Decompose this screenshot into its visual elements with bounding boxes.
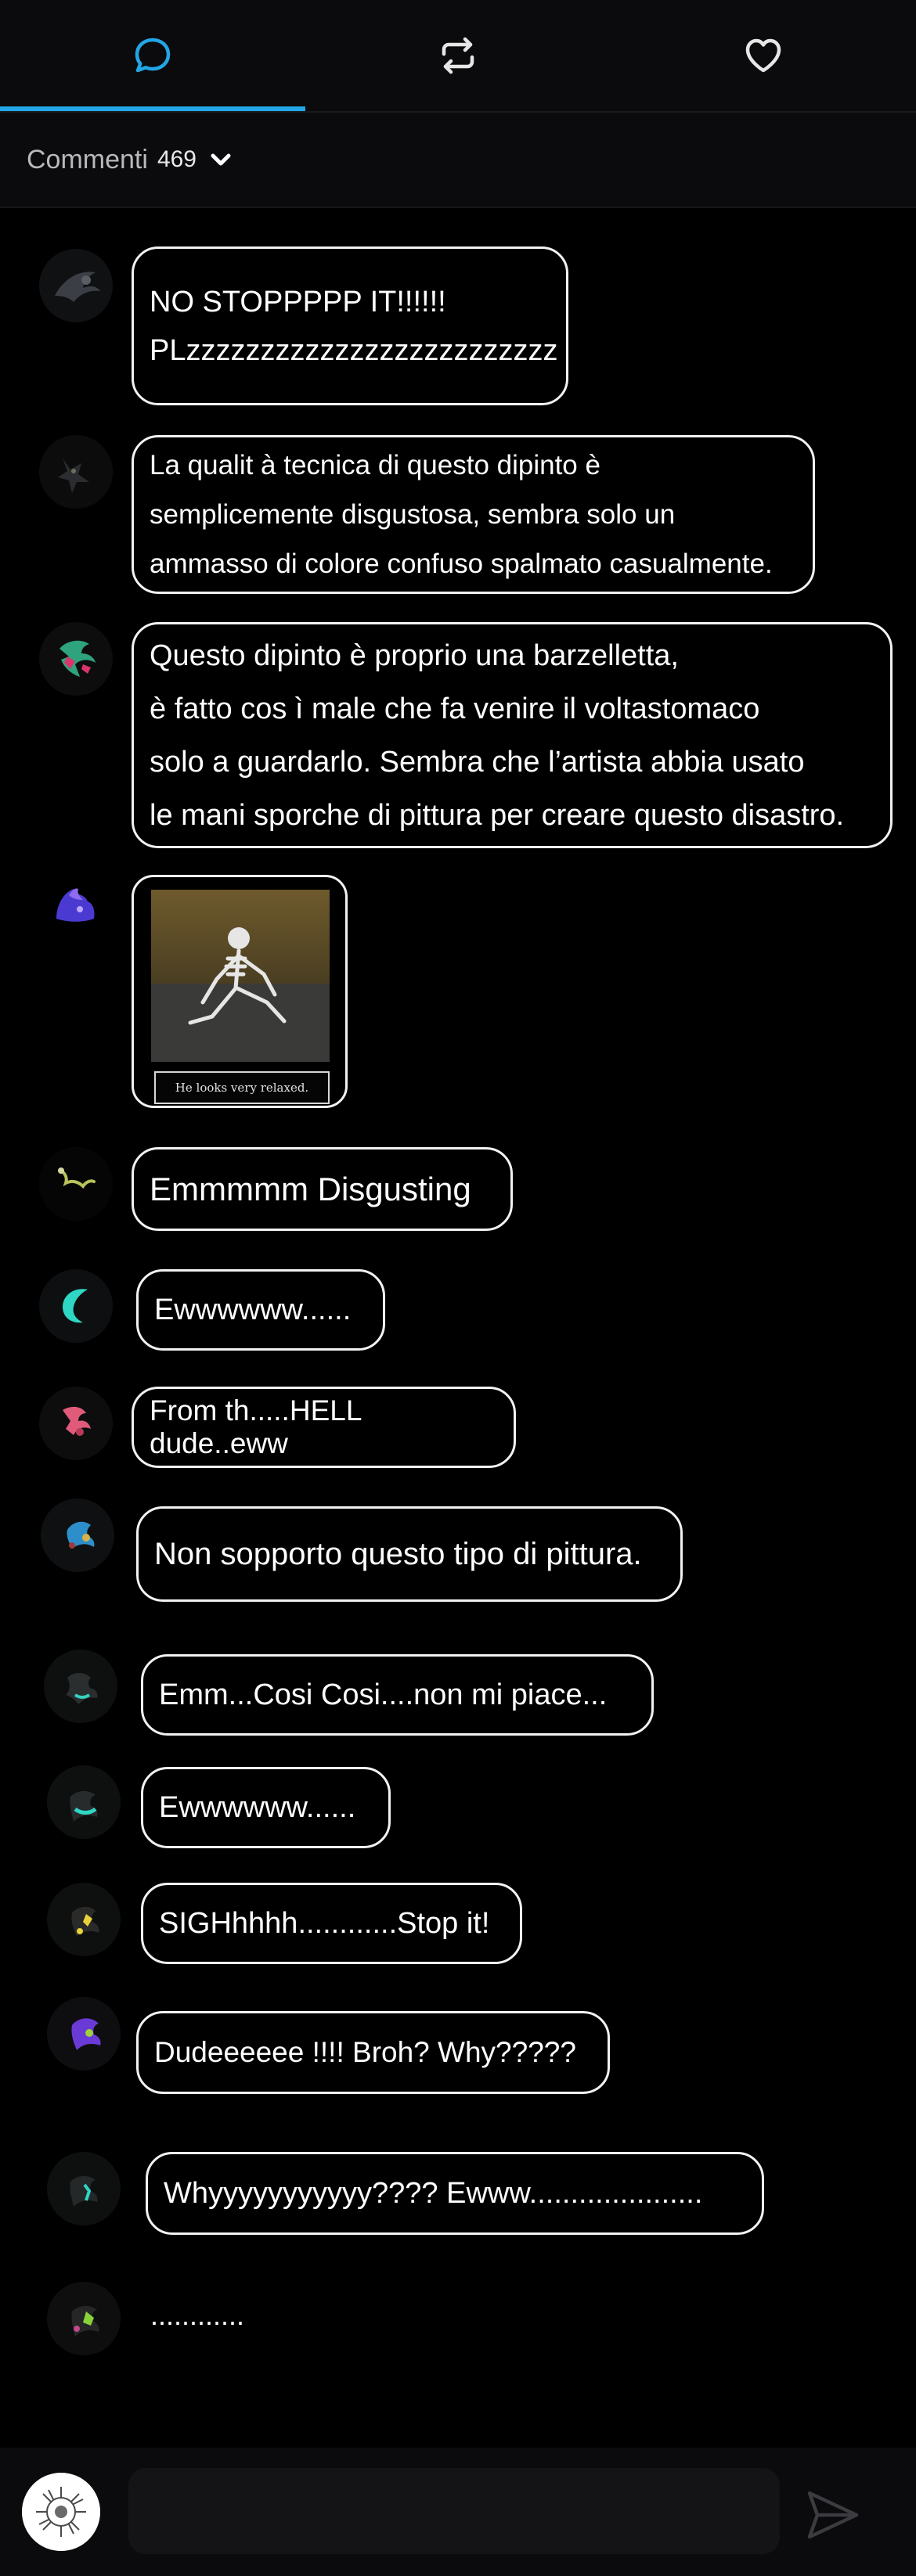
avatar-image — [39, 249, 113, 322]
avatar[interactable] — [47, 1883, 121, 1956]
comment-text: La qualit à tecnica di questo dipinto è — [150, 450, 600, 480]
avatar-image — [47, 1997, 121, 2071]
comment-text: PLzzzzzzzzzzzzzzzzzzzzzzzzz — [150, 333, 558, 367]
comment-input-bar — [0, 2448, 916, 2576]
comment-bubble: Non sopporto questo tipo di pittura. — [136, 1506, 683, 1602]
comment-text: NO STOPPPPP IT!!!!!! — [150, 285, 446, 318]
avatar-image — [47, 2152, 121, 2225]
avatar[interactable] — [39, 1147, 113, 1221]
avatar[interactable] — [47, 2282, 121, 2355]
comment-text: Questo dipinto è proprio una barzelletta… — [150, 639, 679, 672]
heart-icon — [745, 38, 781, 73]
comment-bubble: Emm...Cosi Cosi....non mi piace... — [141, 1654, 654, 1736]
avatar[interactable] — [47, 2152, 121, 2225]
comment-text: Emm...Cosi Cosi....non mi piace... — [159, 1678, 608, 1711]
comment-bubble: NO STOPPPPP IT!!!!!! PLzzzzzzzzzzzzzzzzz… — [132, 246, 568, 405]
tab-comments[interactable] — [0, 0, 305, 111]
tab-reposts[interactable] — [305, 0, 611, 111]
comment-bubble: Dudeeeeee !!!! Broh? Why????? — [136, 2011, 610, 2094]
avatar-image — [41, 1498, 114, 1572]
comment-bubble: Ewwwwww...... — [141, 1767, 391, 1848]
comment-text: è fatto cos ì male che fa venire il volt… — [150, 692, 760, 725]
comment-text: Ewwwwww...... — [154, 1293, 352, 1326]
image-comment-bubble[interactable]: He looks very relaxed. — [132, 875, 348, 1108]
comment-text: ammasso di colore confuso spalmato casua… — [150, 549, 773, 579]
avatar[interactable] — [39, 249, 113, 322]
avatar[interactable] — [44, 1650, 117, 1723]
send-button[interactable] — [802, 2484, 864, 2546]
comment-text: Emmmmm Disgusting — [150, 1170, 471, 1207]
avatar-image — [39, 622, 113, 696]
tab-likes[interactable] — [611, 0, 916, 111]
comment-bubble: Emmmmm Disgusting — [132, 1147, 513, 1231]
avatar[interactable] — [39, 622, 113, 696]
comment-text: Ewwwwww...... — [159, 1790, 356, 1824]
tab-bar — [0, 0, 916, 111]
comment-text: le mani sporche di pittura per creare qu… — [150, 798, 845, 832]
image-caption: He looks very relaxed. — [154, 1071, 330, 1104]
speech-bubble-icon — [135, 38, 171, 73]
avatar[interactable] — [45, 875, 105, 934]
avatar-image — [56, 888, 95, 922]
comment-input[interactable] — [128, 2468, 780, 2554]
repost-arrows-icon — [442, 37, 474, 74]
comments-count: 469 — [157, 146, 197, 172]
avatar[interactable] — [39, 1387, 113, 1460]
avatar[interactable] — [39, 1269, 113, 1343]
comment-text: SIGHhhhh............Stop it! — [159, 1906, 490, 1940]
comment-bubble: Ewwwwww...... — [136, 1269, 385, 1351]
comment-text: semplicemente disgustosa, sembra solo un — [150, 499, 676, 530]
avatar[interactable] — [47, 1997, 121, 2071]
comment-text: Non sopporto questo tipo di pittura. — [154, 1536, 642, 1571]
comment-text: ............ — [150, 2299, 245, 2331]
avatar-image — [39, 1387, 113, 1460]
comment-text: solo a guardarlo. Sembra che l’artista a… — [150, 745, 805, 779]
comment-bubble: SIGHhhhh............Stop it! — [141, 1883, 522, 1964]
skeleton-meme-image — [151, 890, 330, 1062]
comments-sort-header[interactable]: Commenti 469 — [0, 113, 916, 208]
comment-bubble: From th.....HELL dude..eww — [132, 1387, 516, 1468]
avatar[interactable] — [39, 435, 113, 509]
chevron-down-icon[interactable] — [207, 146, 234, 173]
avatar-image — [39, 435, 113, 509]
comments-title: Commenti — [27, 144, 148, 174]
comment-bubble: La qualit à tecnica di questo dipinto è … — [132, 435, 815, 594]
comment-bubble: Whyyyyyyyyyyy???? Ewww..................… — [146, 2152, 764, 2235]
comment-text: Dudeeeeee !!!! Broh? Why????? — [154, 2036, 576, 2068]
comment-bubble: Questo dipinto è proprio una barzelletta… — [132, 622, 893, 848]
avatar-image — [47, 2282, 121, 2355]
send-icon — [807, 2491, 859, 2539]
avatar-image — [39, 1147, 113, 1221]
comment-text: Whyyyyyyyyyyy???? Ewww..................… — [164, 2176, 703, 2210]
avatar-image — [22, 2473, 100, 2551]
avatar-image — [47, 1765, 121, 1839]
avatar-image — [39, 1269, 113, 1343]
avatar-image — [47, 1883, 121, 1956]
avatar[interactable] — [41, 1498, 114, 1572]
avatar-image — [44, 1650, 117, 1723]
avatar[interactable] — [47, 1765, 121, 1839]
comment-text: From th.....HELL dude..eww — [150, 1394, 362, 1459]
my-avatar[interactable] — [22, 2473, 100, 2551]
